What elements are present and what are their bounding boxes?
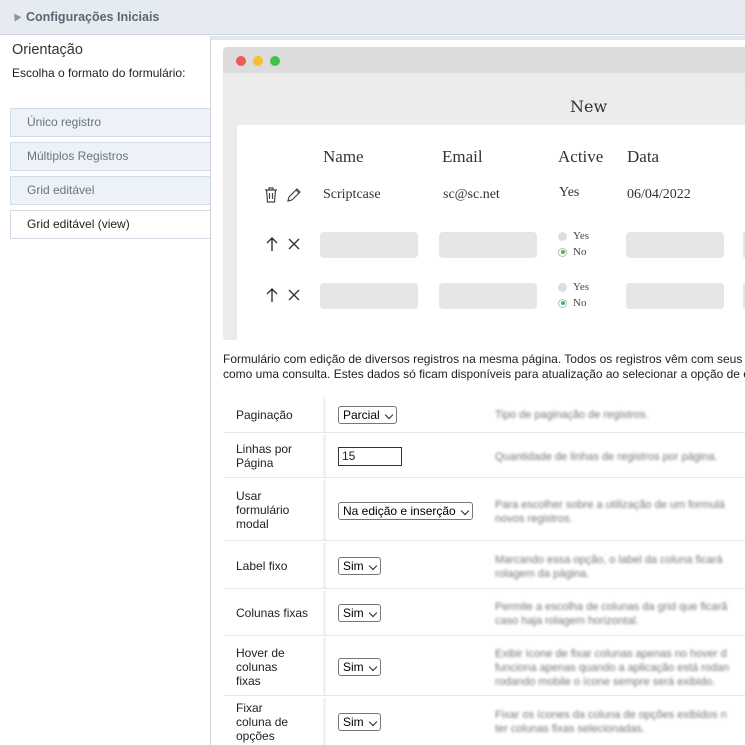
hint-line: Marcando essa opção, o label da coluna f… (495, 554, 723, 566)
hint-line: rodando mobile o ícone sempre será exibi… (495, 676, 716, 688)
setting-label: Usar formulário modal (224, 480, 326, 540)
setting-hint: Exibir ícone de fixar colunas apenas no … (495, 647, 745, 689)
hint-line: rolagem da página. (495, 568, 590, 580)
setting-label: Linhas por Página (224, 435, 326, 477)
format-description: Formulário com edição de diversos regist… (223, 352, 745, 382)
radio-yes[interactable]: Yes (558, 281, 589, 293)
hint-line: Fixar os ícones da coluna de opções exib… (495, 709, 727, 721)
trash-icon[interactable] (263, 186, 279, 204)
radio-no-label: No (573, 297, 587, 309)
setting-hint: Permite a escolha de colunas da grid que… (495, 600, 745, 628)
hint-line: ter colunas fixas selecionadas. (495, 723, 645, 735)
close-icon[interactable] (287, 237, 301, 251)
setting-hint: Para escolher sobre a utilização de um f… (495, 498, 745, 526)
record-date: 06/04/2022 (627, 187, 691, 202)
record-name: Scriptcase (323, 187, 381, 202)
setting-label: Label fixo (224, 543, 326, 588)
setting-row-modal-form: Usar formulário modal Na edição e inserç… (224, 480, 745, 541)
orientation-panel: Orientação Escolha o formato do formulár… (0, 36, 211, 745)
fixed-label-select[interactable]: Sim (338, 557, 381, 575)
preview-title: New (570, 97, 608, 116)
hint-line: Para escolher sobre a utilização de um f… (495, 499, 725, 511)
setting-hint: Quantidade de linhas de registros por pá… (495, 451, 718, 463)
email-input-placeholder[interactable] (439, 232, 537, 258)
setting-hint: Fixar os ícones da coluna de opções exib… (495, 708, 745, 736)
section-title: Configurações Iniciais (26, 10, 160, 24)
setting-hint: Marcando essa opção, o label da coluna f… (495, 553, 745, 581)
record-active: Yes (559, 185, 580, 200)
email-input-placeholder[interactable] (439, 283, 537, 309)
name-input-placeholder[interactable] (320, 283, 418, 309)
lines-per-page-input[interactable]: 15 (338, 447, 402, 466)
option-editable-grid[interactable]: Grid editável (10, 176, 211, 205)
hint-line: Exibir ícone de fixar colunas apenas no … (495, 648, 727, 660)
radio-no-label: No (573, 246, 587, 258)
column-header-date: Data (627, 147, 660, 166)
date-input-placeholder[interactable] (626, 232, 724, 258)
setting-row-hover-fixed-columns: Hover de colunas fixas Sim Exibir ícone … (224, 638, 745, 696)
name-input-placeholder[interactable] (320, 232, 418, 258)
pagination-select[interactable]: Parcial (338, 406, 397, 424)
radio-yes-label: Yes (573, 281, 590, 293)
arrow-up-icon[interactable] (265, 236, 279, 252)
modal-form-select[interactable]: Na edição e inserção (338, 502, 473, 520)
setting-hint: Tipo de paginação de registros. (495, 409, 649, 421)
window-maximize-dot (270, 56, 280, 66)
fixed-columns-select[interactable]: Sim (338, 604, 381, 622)
window-chrome (223, 47, 745, 73)
window-minimize-dot (253, 56, 263, 66)
record-email: sc@sc.net (443, 187, 500, 202)
hint-line: caso haja rolagem horizontal. (495, 615, 639, 627)
column-header-active: Active (558, 147, 604, 166)
radio-no[interactable]: No (558, 297, 586, 309)
column-header-email: Email (442, 147, 483, 166)
panel-subtitle: Escolha o formato do formulário: (12, 66, 186, 80)
arrow-up-icon[interactable] (265, 287, 279, 303)
setting-label: Colunas fixas (224, 591, 326, 635)
date-input-placeholder[interactable] (626, 283, 724, 309)
hover-fixed-columns-select[interactable]: Sim (338, 658, 381, 676)
setting-row-fixed-columns: Colunas fixas Sim Permite a escolha de c… (224, 591, 745, 636)
triangle-collapse-icon[interactable] (10, 11, 22, 22)
setting-row-fixed-label: Label fixo Sim Marcando essa opção, o la… (224, 543, 745, 589)
section-header[interactable]: Configurações Iniciais (0, 0, 745, 35)
radio-yes[interactable]: Yes (558, 230, 589, 242)
option-editable-grid-view[interactable]: Grid editável (view) (10, 210, 211, 239)
preview-title-bar: New (237, 87, 745, 125)
option-multiple-records[interactable]: Múltiplos Registros (10, 142, 211, 171)
setting-row-pagination: Paginação Parcial Tipo de paginação de r… (224, 397, 745, 433)
hint-line: Permite a escolha de colunas da grid que… (495, 601, 728, 613)
radio-no[interactable]: No (558, 246, 586, 258)
column-header-name: Name (323, 147, 364, 166)
window-close-dot (236, 56, 246, 66)
panel-heading: Orientação (12, 42, 83, 58)
option-single-record[interactable]: Único registro (10, 108, 211, 137)
setting-label: Fixar coluna de opções (224, 698, 326, 745)
radio-yes-label: Yes (573, 230, 590, 242)
hint-line: funciona apenas quando a aplicação está … (495, 662, 730, 674)
hint-line: novos registros. (495, 513, 573, 525)
description-line-2: como uma consulta. Estes dados só ficam … (223, 367, 745, 381)
setting-label: Paginação (224, 397, 326, 432)
setting-row-fix-options-column: Fixar coluna de opções Sim Fixar os ícon… (224, 698, 745, 745)
pencil-icon[interactable] (285, 187, 302, 204)
description-line-1: Formulário com edição de diversos regist… (223, 352, 743, 366)
setting-row-lines-per-page: Linhas por Página 15 Quantidade de linha… (224, 435, 745, 478)
setting-label: Hover de colunas fixas (224, 638, 326, 695)
close-icon[interactable] (287, 288, 301, 302)
fix-options-column-select[interactable]: Sim (338, 713, 381, 731)
